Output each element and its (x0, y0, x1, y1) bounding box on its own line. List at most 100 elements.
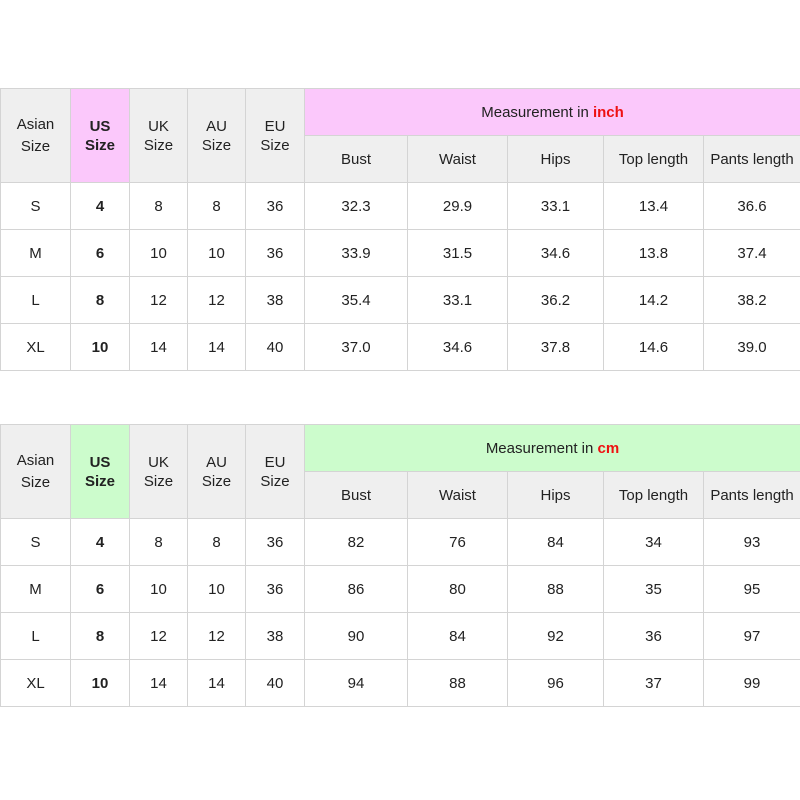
cell-bust: 94 (304, 659, 408, 707)
cell-uk-size: 14 (129, 323, 188, 371)
cell-eu-size: 38 (245, 612, 305, 660)
cell-uk-size: 10 (129, 229, 188, 277)
measurement-unit: inch (592, 103, 624, 121)
cell-au-size: 14 (187, 659, 246, 707)
cell-au-size: 12 (187, 276, 246, 324)
cell-top-length: 35 (603, 565, 704, 613)
cell-top-length: 14.6 (603, 323, 704, 371)
cell-eu-size: 36 (245, 565, 305, 613)
cell-au-size: 10 (187, 565, 246, 613)
cell-pants-length: 97 (702, 612, 800, 660)
cell-bust: 32.3 (304, 182, 408, 230)
cell-eu-size: 38 (245, 276, 305, 324)
header-uk-size: UK Size (129, 88, 188, 183)
header-au-size: AU Size (187, 88, 246, 183)
cell-uk-size: 14 (129, 659, 188, 707)
cell-us-size: 8 (70, 612, 130, 660)
cell-hips: 33.1 (507, 182, 604, 230)
cell-hips: 84 (507, 518, 604, 566)
column-header-bust: Bust (304, 135, 408, 183)
cell-eu-size: 40 (245, 323, 305, 371)
cell-hips: 34.6 (507, 229, 604, 277)
cell-waist: 33.1 (407, 276, 508, 324)
header-row: Asian Size US Size UK Size AU Size EU Size Me… (0, 88, 800, 183)
cell-bust: 90 (304, 612, 408, 660)
cell-pants-length: 37.4 (702, 229, 800, 277)
cell-asian-size: M (0, 229, 71, 277)
measurement-unit: cm (597, 439, 620, 457)
column-header-waist: Waist (407, 471, 508, 519)
cell-hips: 36.2 (507, 276, 604, 324)
cell-bust: 33.9 (304, 229, 408, 277)
cell-pants-length: 95 (702, 565, 800, 613)
cell-us-size: 8 (70, 276, 130, 324)
column-header-pants-length: Pants length (702, 471, 800, 519)
cell-pants-length: 93 (702, 518, 800, 566)
table-row: XL 10 14 14 40 37.0 34.6 37.8 14.6 39.0 (0, 323, 800, 371)
cell-uk-size: 8 (129, 182, 188, 230)
cell-top-length: 13.8 (603, 229, 704, 277)
size-table-inch: Asian Size US Size UK Size AU Size EU Size Me… (0, 88, 800, 371)
cell-top-length: 13.4 (603, 182, 704, 230)
cell-bust: 37.0 (304, 323, 408, 371)
cell-bust: 35.4 (304, 276, 408, 324)
header-asian-size: Asian Size (0, 88, 71, 183)
cell-asian-size: S (0, 518, 71, 566)
cell-bust: 86 (304, 565, 408, 613)
cell-au-size: 14 (187, 323, 246, 371)
cell-us-size: 10 (70, 323, 130, 371)
cell-uk-size: 10 (129, 565, 188, 613)
column-header-pants-length: Pants length (702, 135, 800, 183)
cell-pants-length: 36.6 (702, 182, 800, 230)
cell-us-size: 10 (70, 659, 130, 707)
cell-us-size: 4 (70, 182, 130, 230)
size-table-cm: Asian Size US Size UK Size AU Size EU Size Me… (0, 424, 800, 707)
cell-uk-size: 12 (129, 276, 188, 324)
cell-top-length: 34 (603, 518, 704, 566)
cell-pants-length: 99 (702, 659, 800, 707)
size-rows: S 4 8 8 36 82 76 84 34 93 M 6 10 10 36 86 80 88 35 95 L 8 12 12… (0, 518, 800, 707)
header-row: Asian Size US Size UK Size AU Size EU Size Me… (0, 424, 800, 519)
cell-waist: 31.5 (407, 229, 508, 277)
cell-asian-size: M (0, 565, 71, 613)
cell-au-size: 8 (187, 518, 246, 566)
cell-eu-size: 36 (245, 229, 305, 277)
cell-waist: 76 (407, 518, 508, 566)
cell-hips: 96 (507, 659, 604, 707)
cell-hips: 92 (507, 612, 604, 660)
cell-pants-length: 38.2 (702, 276, 800, 324)
cell-top-length: 36 (603, 612, 704, 660)
cell-hips: 37.8 (507, 323, 604, 371)
table-row: L 8 12 12 38 90 84 92 36 97 (0, 612, 800, 660)
header-au-size: AU Size (187, 424, 246, 519)
cell-au-size: 12 (187, 612, 246, 660)
cell-uk-size: 8 (129, 518, 188, 566)
cell-asian-size: L (0, 612, 71, 660)
header-us-size: US Size (70, 424, 130, 519)
cell-waist: 29.9 (407, 182, 508, 230)
column-header-top-length: Top length (603, 471, 704, 519)
table-row: M 6 10 10 36 86 80 88 35 95 (0, 565, 800, 613)
cell-us-size: 4 (70, 518, 130, 566)
cell-top-length: 37 (603, 659, 704, 707)
column-header-hips: Hips (507, 135, 604, 183)
cell-waist: 84 (407, 612, 508, 660)
table-row: XL 10 14 14 40 94 88 96 37 99 (0, 659, 800, 707)
header-us-size: US Size (70, 88, 130, 183)
table-row: L 8 12 12 38 35.4 33.1 36.2 14.2 38.2 (0, 276, 800, 324)
table-row: M 6 10 10 36 33.9 31.5 34.6 13.8 37.4 (0, 229, 800, 277)
cell-us-size: 6 (70, 565, 130, 613)
cell-asian-size: XL (0, 659, 71, 707)
cell-au-size: 10 (187, 229, 246, 277)
size-rows: S 4 8 8 36 32.3 29.9 33.1 13.4 36.6 M 6 10 10 36 33.9 31… (0, 182, 800, 371)
header-eu-size: EU Size (245, 424, 305, 519)
cell-bust: 82 (304, 518, 408, 566)
cell-hips: 88 (507, 565, 604, 613)
table-row: S 4 8 8 36 82 76 84 34 93 (0, 518, 800, 566)
cell-pants-length: 39.0 (702, 323, 800, 371)
header-uk-size: UK Size (129, 424, 188, 519)
column-header-top-length: Top length (603, 135, 704, 183)
cell-uk-size: 12 (129, 612, 188, 660)
cell-us-size: 6 (70, 229, 130, 277)
cell-eu-size: 36 (245, 182, 305, 230)
